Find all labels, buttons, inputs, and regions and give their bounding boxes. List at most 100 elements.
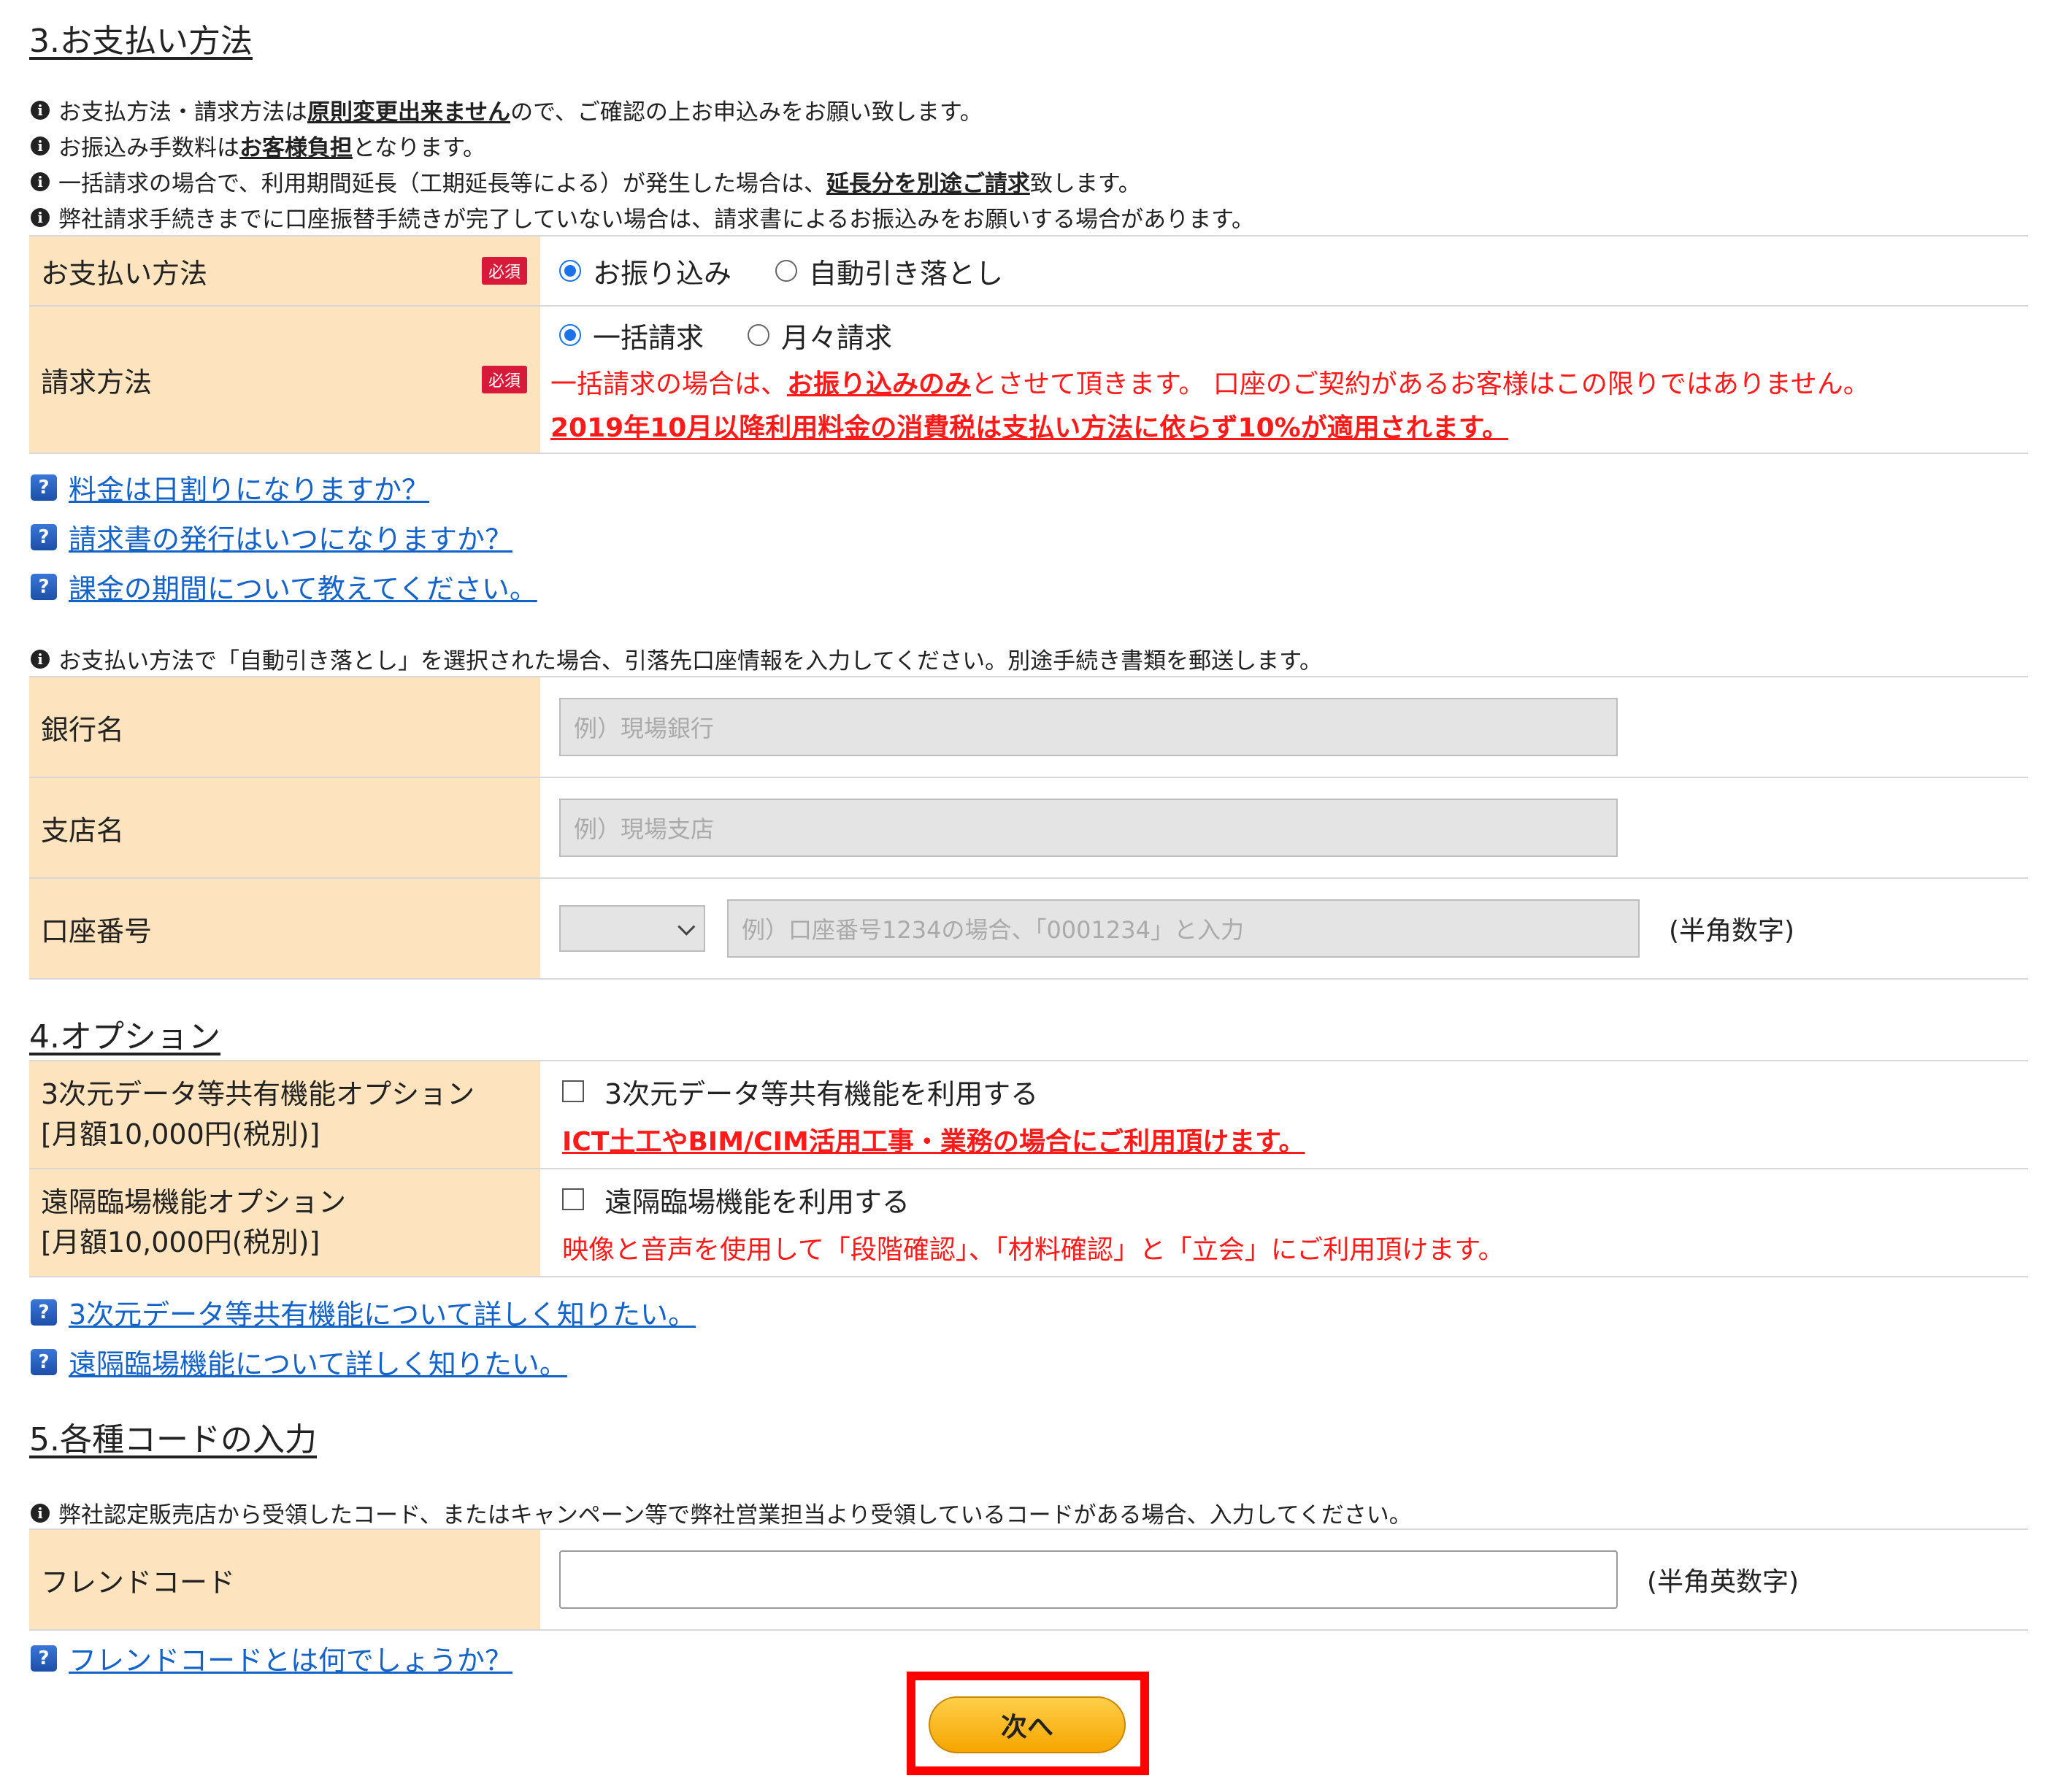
- radio-label: 一括請求: [593, 321, 704, 354]
- section-title-option: 4.オプション: [29, 1018, 220, 1055]
- radio-jidou-hikiotoshi[interactable]: 自動引き落とし: [775, 251, 1003, 291]
- question-icon: ?: [31, 1645, 57, 1672]
- option-remote-value: 遠隔臨場機能を利用する 映像と音声を使用して「段階確認」、「材料確認」と「立会」…: [540, 1168, 2028, 1277]
- note-text: ので、ご確認の上お申込みをお願い致します。: [510, 99, 983, 126]
- billing-method-label: 請求方法: [41, 366, 153, 399]
- payment-method-label-cell: お支払い方法 必須: [29, 235, 540, 307]
- bank-name-input[interactable]: 例）現場銀行: [559, 698, 1618, 756]
- option-3d-label-cell: 3次元データ等共有機能オプション [月額10,000円(税別)]: [29, 1060, 540, 1169]
- friend-code-row: フレンドコード (半角英数字): [29, 1528, 2028, 1631]
- radio-unselected-icon[interactable]: [748, 324, 770, 346]
- faq-link-text[interactable]: フレンドコードとは何でしょうか？: [69, 1638, 512, 1678]
- payment-table: お支払い方法 必須 お振り込み 自動引き落とし 請求方法 必須 一括請求 月々請…: [29, 235, 2028, 454]
- radio-tsukizuki[interactable]: 月々請求: [748, 315, 892, 355]
- tax-note: 2019年10月以降利用料金の消費税は支払い方法に依らず10%が適用されます。: [550, 412, 1509, 443]
- radio-unselected-icon[interactable]: [775, 260, 798, 282]
- code-table: フレンドコード (半角英数字): [29, 1528, 2028, 1631]
- account-number-suffix: (半角数字): [1669, 916, 1795, 946]
- section-title-code: 5.各種コードの入力: [29, 1421, 317, 1458]
- friend-code-label: フレンドコード: [41, 1566, 236, 1599]
- branch-name-label-cell: 支店名: [29, 777, 540, 879]
- faq-link-remote[interactable]: ? 遠隔臨場機能について詳しく知りたい。: [31, 1342, 567, 1382]
- faq-link-daily[interactable]: ? 料金は日割りになりますか？: [31, 467, 429, 507]
- radio-ikkatsu[interactable]: 一括請求: [559, 315, 704, 355]
- account-type-select[interactable]: [559, 905, 705, 952]
- bank-name-value: 例）現場銀行: [540, 676, 2028, 778]
- billing-note-text: とさせて頂きます。 口座のご契約があるお客様はこの限りではありません。: [971, 369, 1870, 399]
- info-icon: i: [31, 172, 50, 191]
- option-3d-checkbox-label: 3次元データ等共有機能を利用する: [604, 1077, 1039, 1110]
- account-number-input[interactable]: 例）口座番号1234の場合、「0001234」と入力: [727, 899, 1640, 958]
- billing-method-radio-group: 一括請求 月々請求: [550, 315, 2028, 355]
- radio-selected-icon[interactable]: [559, 324, 581, 346]
- required-badge: 必須: [481, 366, 527, 393]
- account-number-label-cell: 口座番号: [29, 877, 540, 980]
- radio-label: お振り込み: [593, 257, 732, 290]
- note-text: お支払方法・請求方法は: [58, 99, 307, 126]
- payment-note-3: i 一括請求の場合で、利用期間延長（工期延長等による）が発生した場合は、 延長分を…: [31, 165, 1141, 198]
- branch-name-row: 支店名 例）現場支店: [29, 777, 2028, 879]
- note-text: 一括請求の場合で、利用期間延長（工期延長等による）が発生した場合は、: [58, 171, 826, 197]
- billing-method-value: 一括請求 月々請求 一括請求の場合は、お振り込みのみとさせて頂きます。 口座のご…: [540, 305, 2028, 454]
- faq-link-text[interactable]: 課金の期間について教えてください。: [69, 566, 537, 607]
- question-icon: ?: [31, 523, 57, 550]
- faq-link-text[interactable]: 遠隔臨場機能について詳しく知りたい。: [69, 1342, 567, 1382]
- payment-method-label: お支払い方法: [41, 257, 208, 290]
- option-remote-checkbox-row[interactable]: 遠隔臨場機能を利用する: [562, 1180, 2028, 1220]
- info-icon: i: [31, 1503, 50, 1523]
- branch-name-input[interactable]: 例）現場支店: [559, 799, 1618, 857]
- option-3d-checkbox[interactable]: [562, 1080, 584, 1102]
- radio-label: 月々請求: [781, 321, 893, 354]
- option-remote-label: 遠隔臨場機能オプション: [41, 1185, 347, 1218]
- option-remote-note: 映像と音声を使用して「段階確認」、「材料確認」と「立会」にご利用頂けます。: [562, 1234, 1505, 1265]
- info-icon: i: [31, 136, 50, 155]
- bank-note: i お支払い方法で「自動引き落とし」を選択された場合、引落先口座情報を入力してく…: [31, 642, 1322, 675]
- billing-note-text: 一括請求の場合は、: [550, 369, 788, 399]
- faq-link-friend-code[interactable]: ? フレンドコードとは何でしょうか？: [31, 1638, 512, 1678]
- note-emphasis: 延長分を別途ご請求: [826, 171, 1030, 197]
- payment-method-row: お支払い方法 必須 お振り込み 自動引き落とし: [29, 235, 2028, 307]
- faq-link-text[interactable]: 料金は日割りになりますか？: [69, 467, 429, 507]
- bank-table: 銀行名 例）現場銀行 支店名 例）現場支店 口座番号 例）口座番号1234の場合…: [29, 676, 2028, 980]
- faq-link-billing-period[interactable]: ? 課金の期間について教えてください。: [31, 566, 537, 607]
- faq-link-invoice-date[interactable]: ? 請求書の発行はいつになりますか？: [31, 517, 512, 557]
- page: 3.お支払い方法 i お支払方法・請求方法は 原則変更出来ません ので、ご確認の上お…: [0, 0, 2047, 1792]
- faq-link-text[interactable]: 請求書の発行はいつになりますか？: [69, 517, 512, 557]
- radio-furikomi[interactable]: お振り込み: [559, 251, 731, 291]
- account-number-row: 口座番号 例）口座番号1234の場合、「0001234」と入力 (半角数字): [29, 877, 2028, 980]
- note-text: となります。: [353, 135, 485, 161]
- payment-note-2: i お振込み手数料は お客様負担 となります。: [31, 129, 485, 162]
- option-3d-price: [月額10,000円(税別)]: [41, 1118, 320, 1150]
- faq-link-3d[interactable]: ? 3次元データ等共有機能について詳しく知りたい。: [31, 1292, 696, 1332]
- payment-note-4: i 弊社請求手続きまでに口座振替手続きが完了していない場合は、請求書によるお振込…: [31, 201, 1254, 234]
- friend-code-controls: (半角英数字): [559, 1550, 2028, 1609]
- question-icon: ?: [31, 474, 57, 501]
- billing-method-row: 請求方法 必須 一括請求 月々請求 一括請求の場合は、お振り込みのみとさせて頂き…: [29, 305, 2028, 454]
- option-3d-label: 3次元データ等共有機能オプション: [41, 1077, 475, 1110]
- option-remote-checkbox[interactable]: [562, 1188, 584, 1210]
- friend-code-input[interactable]: [559, 1550, 1618, 1609]
- note-text: 致します。: [1029, 171, 1141, 197]
- options-table: 3次元データ等共有機能オプション [月額10,000円(税別)] 3次元データ等…: [29, 1060, 2028, 1277]
- branch-name-label: 支店名: [41, 814, 125, 847]
- chevron-down-icon: [677, 918, 696, 936]
- radio-label: 自動引き落とし: [809, 257, 1004, 290]
- branch-name-value: 例）現場支店: [540, 777, 2028, 879]
- radio-selected-icon[interactable]: [559, 260, 581, 282]
- note-text: お支払い方法で「自動引き落とし」を選択された場合、引落先口座情報を入力してくださ…: [58, 648, 1323, 674]
- note-emphasis: お客様負担: [239, 135, 353, 161]
- bank-name-label: 銀行名: [41, 713, 125, 746]
- note-text: 弊社認定販売店から受領したコード、またはキャンペーン等で弊社営業担当より受領して…: [58, 1502, 1412, 1528]
- option-3d-checkbox-row[interactable]: 3次元データ等共有機能を利用する: [562, 1072, 2028, 1112]
- option-remote-checkbox-label: 遠隔臨場機能を利用する: [604, 1185, 910, 1218]
- bank-name-label-cell: 銀行名: [29, 676, 540, 778]
- friend-code-value: (半角英数字): [540, 1528, 2028, 1631]
- payment-method-radio-group: お振り込み 自動引き落とし: [559, 251, 2028, 291]
- next-button[interactable]: 次へ: [929, 1696, 1126, 1753]
- faq-link-text[interactable]: 3次元データ等共有機能について詳しく知りたい。: [69, 1292, 696, 1332]
- friend-code-label-cell: フレンドコード: [29, 1528, 540, 1631]
- account-number-value: 例）口座番号1234の場合、「0001234」と入力 (半角数字): [540, 877, 2028, 980]
- option-remote-row: 遠隔臨場機能オプション [月額10,000円(税別)] 遠隔臨場機能を利用する …: [29, 1168, 2028, 1277]
- option-3d-note: ICT土工やBIM/CIM活用工事・業務の場合にご利用頂けます。: [562, 1126, 1305, 1157]
- code-note: i 弊社認定販売店から受領したコード、またはキャンペーン等で弊社営業担当より受領…: [31, 1496, 1412, 1529]
